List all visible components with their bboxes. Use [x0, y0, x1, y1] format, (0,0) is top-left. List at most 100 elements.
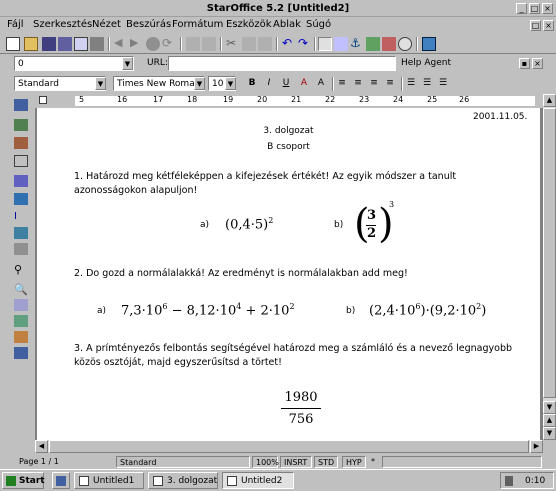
direct-cursor-icon[interactable] [14, 347, 28, 359]
autopilot-icon[interactable] [14, 193, 28, 205]
paste-icon[interactable] [258, 37, 272, 51]
open-folder-icon[interactable] [24, 37, 38, 51]
menu-file[interactable]: Fájl [7, 19, 24, 30]
tab-type-icon[interactable] [39, 96, 47, 104]
doc-close-button[interactable]: × [543, 20, 554, 31]
window-title: StarOffice 5.2 [Untitled2] [206, 3, 350, 14]
help-agent-close-icon[interactable]: × [532, 58, 543, 69]
size-dropdown-icon[interactable]: ▼ [225, 77, 236, 90]
graphics-off-icon[interactable] [14, 315, 28, 327]
close-button[interactable]: × [542, 3, 553, 14]
new-doc-icon[interactable] [6, 37, 20, 51]
horizontal-ruler[interactable]: 5 16 17 18 19 20 21 22 23 24 25 26 [35, 94, 543, 108]
align-left-icon[interactable]: ≡ [336, 77, 348, 90]
undo-icon[interactable]: ↶ [282, 37, 296, 51]
edit-file-icon[interactable] [74, 37, 88, 51]
find-icon[interactable] [202, 37, 216, 51]
indent-icon[interactable]: ☰ [437, 77, 449, 90]
minimize-button[interactable]: _ [516, 3, 527, 14]
next-page-icon[interactable]: ▼ [543, 427, 556, 440]
align-right-icon[interactable]: ≡ [368, 77, 380, 90]
font-dropdown-icon[interactable]: ▼ [194, 77, 205, 90]
scroll-up-icon[interactable]: ▲ [543, 94, 556, 107]
style-dropdown-icon[interactable]: ▼ [95, 77, 106, 90]
binoculars-icon[interactable]: ⚲ [14, 263, 28, 276]
draw-icon[interactable] [14, 155, 28, 167]
menu-edit[interactable]: Szerkesztés [33, 19, 92, 30]
menu-view[interactable]: Nézet [92, 19, 121, 30]
path-field[interactable]: 0 [14, 56, 134, 71]
nonprinting-chars-icon[interactable] [14, 299, 28, 311]
italic-button[interactable]: I [263, 77, 275, 90]
vertical-scrollbar[interactable]: ▲ ▼ ▲ ▼ [543, 94, 556, 440]
task-untitled2[interactable]: Untitled2 [222, 472, 294, 489]
highlight-icon[interactable]: A [315, 77, 327, 90]
menu-help[interactable]: Súgó [306, 19, 331, 30]
underline-button[interactable]: U [280, 77, 292, 90]
document-area[interactable]: 2001.11.05. 3. dolgozat B csoport 1. Hat… [35, 108, 543, 440]
back-icon[interactable]: ◀ [114, 37, 128, 51]
document-page[interactable]: 2001.11.05. 3. dolgozat B csoport 1. Hat… [37, 108, 540, 440]
text-cursor-icon[interactable]: I [14, 211, 28, 223]
help-agent-field[interactable]: Help Agent [398, 56, 514, 71]
forward-icon[interactable]: ▶ [130, 37, 144, 51]
stylist-icon[interactable] [334, 37, 348, 51]
menu-window[interactable]: Ablak [273, 19, 301, 30]
scroll-left-icon[interactable]: ◀ [35, 440, 48, 453]
reload-icon[interactable]: ⟳ [162, 37, 176, 51]
quick-launch-icon[interactable] [52, 472, 70, 489]
cut-icon[interactable]: ✂ [226, 37, 240, 51]
menu-format[interactable]: Formátum [172, 19, 223, 30]
speaker-icon[interactable] [505, 476, 513, 486]
print-icon[interactable] [90, 37, 104, 51]
justify-icon[interactable]: ≡ [384, 77, 396, 90]
task-dolgozat[interactable]: 3. dolgozat [148, 472, 218, 489]
save-icon[interactable] [42, 37, 56, 51]
url-field[interactable] [168, 56, 396, 71]
form-icon[interactable] [14, 175, 28, 187]
stop-icon[interactable] [146, 37, 160, 51]
font-color-icon[interactable]: A [298, 77, 310, 90]
prev-page-icon[interactable]: ▲ [543, 414, 556, 427]
align-center-icon[interactable]: ≡ [352, 77, 364, 90]
table-icon[interactable] [14, 99, 28, 111]
vertical-scroll-thumb[interactable] [543, 108, 556, 398]
paragraph-style-select[interactable]: Standard [14, 76, 106, 91]
status-selection-mode[interactable]: STD [314, 456, 338, 468]
font-name-select[interactable]: Times New Roman [113, 76, 205, 91]
doc-restore-button[interactable]: □ [530, 20, 541, 31]
insert-object-icon[interactable] [14, 137, 28, 149]
scroll-right-icon[interactable]: ▶ [530, 440, 543, 453]
datasource-icon[interactable] [382, 37, 396, 51]
start-button[interactable]: Start [2, 472, 45, 489]
redo-icon[interactable]: ↷ [298, 37, 312, 51]
navigator-icon[interactable] [318, 37, 332, 51]
help-icon[interactable] [398, 37, 412, 51]
edit-icon[interactable] [186, 37, 200, 51]
save-as-icon[interactable] [58, 37, 72, 51]
horizontal-scrollbar[interactable]: ◀ ▶ [35, 440, 543, 453]
desktop-icon[interactable] [422, 37, 436, 51]
status-insert-mode[interactable]: INSRT [280, 456, 312, 468]
menu-tools[interactable]: Eszközök [226, 19, 272, 30]
spellcheck-icon[interactable] [14, 227, 28, 239]
status-zoom[interactable]: 100% [252, 456, 279, 468]
zoom-icon[interactable]: 🔍 [14, 283, 28, 296]
scroll-down-icon[interactable]: ▼ [543, 401, 556, 414]
numbering-icon[interactable]: ☰ [405, 77, 417, 90]
bullets-icon[interactable]: ☰ [421, 77, 433, 90]
bold-button[interactable]: B [246, 77, 258, 90]
autospell-icon[interactable] [14, 243, 28, 255]
task-untitled1[interactable]: Untitled1 [74, 472, 144, 489]
status-hyperlink-mode[interactable]: HYP [342, 456, 366, 468]
online-layout-icon[interactable] [14, 331, 28, 343]
insert-fields-icon[interactable] [14, 119, 28, 131]
hyperlink-icon[interactable]: ⚓ [350, 37, 364, 51]
copy-icon[interactable] [242, 37, 256, 51]
path-dropdown-icon[interactable]: ▼ [122, 57, 133, 70]
help-agent-toggle-icon[interactable]: ▪ [519, 58, 530, 69]
maximize-button[interactable]: □ [529, 3, 540, 14]
gallery-icon[interactable] [366, 37, 380, 51]
horizontal-scroll-thumb[interactable] [49, 440, 529, 453]
menu-insert[interactable]: Beszúrás [126, 19, 171, 30]
